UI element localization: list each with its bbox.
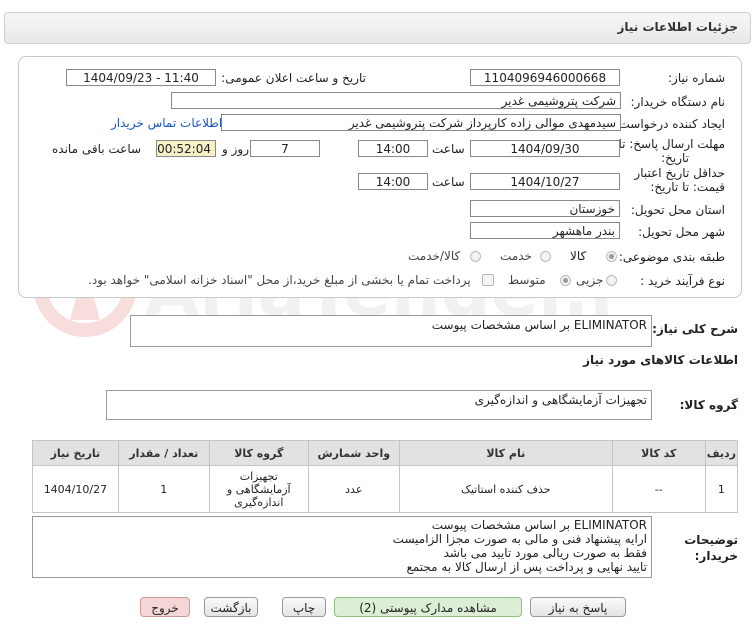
announce-label: تاریخ و ساعت اعلان عمومی: xyxy=(221,71,366,85)
goods-group-label: گروه کالا: xyxy=(679,398,738,412)
process-medium-label: متوسط xyxy=(508,273,546,287)
goods-section-title: اطلاعات کالاهای مورد نیاز xyxy=(583,353,738,367)
requester-field: سیدمهدی موالی زاده کارپرداز شرکت پتروشیم… xyxy=(221,114,621,131)
city-label: شهر محل تحویل: xyxy=(638,225,725,239)
radio-process-medium[interactable] xyxy=(560,275,571,286)
titlebar-strip: جزئیات اطلاعات نیاز xyxy=(4,12,751,44)
buyer-org-field: شرکت پتروشیمی غدیر xyxy=(171,92,621,109)
city-field: بندر ماهشهر xyxy=(470,222,620,239)
category-label: طبقه بندی موضوعی: xyxy=(618,250,725,264)
contact-info-link[interactable]: اطلاعات تماس خریدار xyxy=(111,116,222,130)
requester-label: ایجاد کننده درخواست: xyxy=(614,117,725,131)
goods-group-field: تجهیزات آزمایشگاهی و اندازه‌گیری xyxy=(106,390,652,420)
days-field: 7 xyxy=(250,140,320,157)
deadline-label-2: تاریخ: xyxy=(661,151,689,165)
cell-unit: عدد xyxy=(307,465,400,513)
validity-label-1: حداقل تاریخ اعتبار xyxy=(634,166,725,180)
reply-button[interactable]: پاسخ به نیاز xyxy=(530,597,626,617)
summary-text: ELIMINATOR بر اساس مشخصات پیوست xyxy=(431,318,647,332)
validity-label-2: قیمت: تا تاریخ: xyxy=(650,180,725,194)
window-title: جزئیات اطلاعات نیاز xyxy=(617,20,738,34)
remaining-time-field: 00:52:04 xyxy=(156,140,216,157)
days-label: روز و xyxy=(222,142,249,156)
notes-textarea: ELIMINATOR بر اساس مشخصات پیوست ارایه پی… xyxy=(32,516,652,578)
radio-category-goods[interactable] xyxy=(606,251,617,262)
cell-group-line-3: اندازه‌گیری xyxy=(234,495,284,509)
cell-group: تجهیزات آزمایشگاهی و اندازه‌گیری xyxy=(208,465,309,513)
category-goods-label: کالا xyxy=(570,249,587,263)
cell-date: 1404/10/27 xyxy=(32,465,119,513)
payment-note: پرداخت تمام یا بخشی از مبلغ خرید،از محل … xyxy=(88,273,471,287)
notes-label-2: خریدار: xyxy=(694,549,738,563)
validity-time-label: ساعت xyxy=(432,175,465,189)
category-both-label: کالا/خدمت xyxy=(408,249,461,263)
summary-label: شرح کلی نیاز: xyxy=(652,322,738,336)
back-button[interactable]: بازگشت xyxy=(204,597,258,617)
payment-treasury-checkbox[interactable] xyxy=(482,274,494,286)
col-header-row-number: ردیف xyxy=(704,440,739,466)
cell-group-line-2: آزمایشگاهی و xyxy=(226,482,291,496)
cell-group-line-1: تجهیزات xyxy=(239,469,278,483)
view-attachments-button[interactable]: مشاهده مدارک پیوستی (2) xyxy=(334,597,522,617)
exit-button[interactable]: خروج xyxy=(140,597,190,617)
col-header-qty: تعداد / مقدار xyxy=(117,440,210,466)
deadline-date-field: 1404/09/30 xyxy=(470,140,620,157)
radio-process-minor[interactable] xyxy=(606,275,617,286)
summary-textarea: ELIMINATOR بر اساس مشخصات پیوست xyxy=(130,315,652,347)
col-header-code: کد کالا xyxy=(611,440,706,466)
table-row[interactable]: 1 -- حذف کننده استاتیک عدد تجهیزات آزمای… xyxy=(32,465,739,513)
notes-line-3: فقط به صورت ریالی مورد تایید می باشد xyxy=(443,546,647,560)
goods-table: ردیف کد کالا نام کالا واحد شمارش گروه کا… xyxy=(32,440,739,513)
window-titlebar: جزئیات اطلاعات نیاز xyxy=(0,0,755,50)
notes-line-4: تایید نهایی و پرداخت پس از ارسال کالا به… xyxy=(406,560,647,574)
need-number-field: 1104096946000668 xyxy=(470,69,620,86)
cell-name: حذف کننده استاتیک xyxy=(398,465,613,513)
buyer-org-label: نام دستگاه خریدار: xyxy=(630,95,726,109)
radio-category-both[interactable] xyxy=(470,251,481,262)
col-header-unit: واحد شمارش xyxy=(307,440,400,466)
deadline-time-field: 14:00 xyxy=(358,140,428,157)
process-minor-label: جزیی xyxy=(576,273,604,287)
cell-qty: 1 xyxy=(117,465,210,513)
cell-row-number: 1 xyxy=(704,465,739,513)
validity-time-field: 14:00 xyxy=(358,173,428,190)
remaining-label: ساعت باقی مانده xyxy=(52,142,142,156)
announce-field: 1404/09/23 - 11:40 xyxy=(66,69,216,86)
need-number-label: شماره نیاز: xyxy=(668,71,725,85)
cell-code: -- xyxy=(611,465,706,513)
validity-date-field: 1404/10/27 xyxy=(470,173,620,190)
notes-label-1: توضیحات xyxy=(684,533,738,547)
notes-line-2: ارایه پیشنهاد فنی و مالی به صورت مجزا ال… xyxy=(392,532,647,546)
category-service-label: خدمت xyxy=(500,249,532,263)
table-header-row: ردیف کد کالا نام کالا واحد شمارش گروه کا… xyxy=(32,440,739,466)
notes-line-1: ELIMINATOR بر اساس مشخصات پیوست xyxy=(431,518,647,532)
goods-group-value: تجهیزات آزمایشگاهی و اندازه‌گیری xyxy=(474,393,647,407)
deadline-label-1: مهلت ارسال پاسخ: تا xyxy=(618,137,725,151)
col-header-date: تاریخ نیاز xyxy=(32,440,119,466)
col-header-group: گروه کالا xyxy=(208,440,309,466)
col-header-name: نام کالا xyxy=(398,440,613,466)
province-field: خوزستان xyxy=(470,200,620,217)
province-label: استان محل تحویل: xyxy=(630,203,725,217)
radio-category-service[interactable] xyxy=(540,251,551,262)
process-label: نوع فرآیند خرید : xyxy=(640,274,725,288)
deadline-time-label: ساعت xyxy=(432,142,465,156)
print-button[interactable]: چاپ xyxy=(282,597,326,617)
